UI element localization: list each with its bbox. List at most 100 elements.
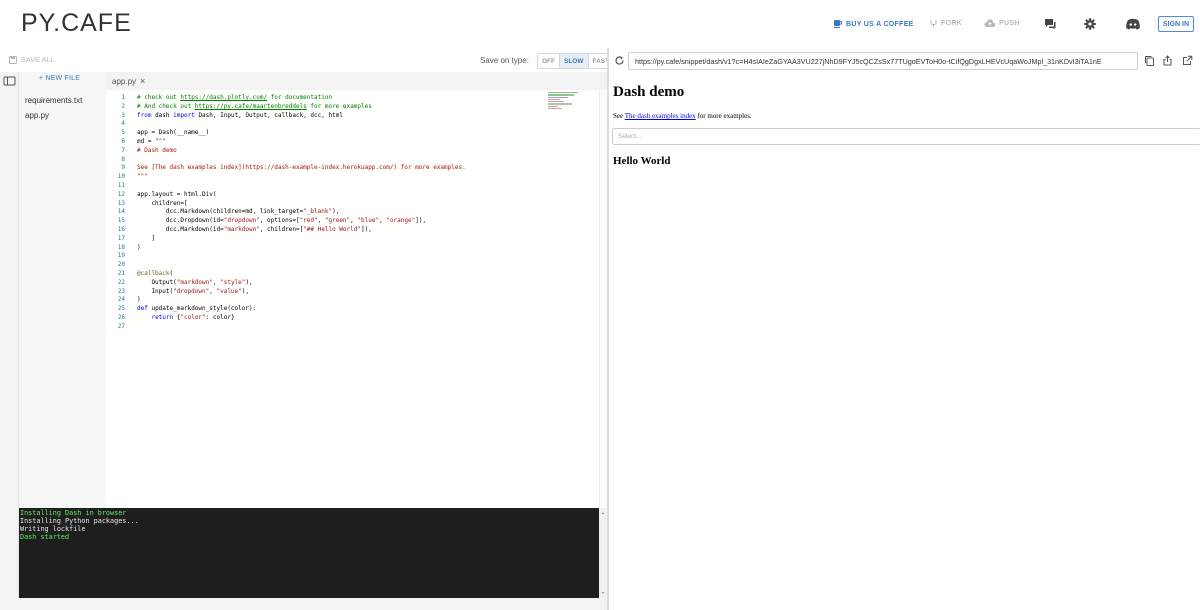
code-editor[interactable]: 1 # check out https://dash.plotly.com/ fo…	[106, 90, 599, 508]
code-line: 24)	[106, 296, 599, 305]
line-number: 13	[117, 199, 125, 207]
line-number: 5	[121, 129, 125, 137]
new-file-button[interactable]: + NEW FILE	[39, 75, 80, 82]
code-line: 15 dcc.Dropdown(id="dropdown", options=[…	[106, 217, 599, 226]
fork-icon	[930, 20, 937, 27]
push-label: PUSH	[999, 20, 1020, 27]
chat-icon[interactable]	[1043, 17, 1057, 31]
line-number: 25	[117, 305, 125, 313]
code-text: from dash import Dash, Input, Output, ca…	[137, 111, 343, 119]
code-text: # check out https://dash.plotly.com/ for…	[137, 94, 333, 101]
code-text: # Dash demo	[137, 146, 177, 154]
cloud-upload-icon	[984, 19, 996, 27]
toggle-sidebar-icon[interactable]	[3, 76, 16, 86]
file-explorer: + NEW FILE requirements.txt app.py	[19, 72, 106, 508]
save-all-button[interactable]: SAVE ALL	[9, 56, 55, 64]
line-number: 26	[117, 314, 125, 321]
line-number: 17	[117, 234, 125, 242]
url-input[interactable]: https://py.cafe/snippet/dash/v1?c=H4sIAI…	[628, 52, 1138, 70]
open-external-icon[interactable]	[1182, 55, 1193, 66]
line-number: 20	[117, 261, 125, 269]
fork-button[interactable]: FORK	[929, 19, 962, 28]
code-line: 13 children=[	[106, 200, 599, 209]
code-text: """	[137, 173, 148, 181]
save-icon	[9, 56, 17, 64]
line-number: 15	[117, 217, 125, 225]
console-line: Installing Python packages...	[20, 517, 139, 525]
logo[interactable]: PY.CAFE	[21, 9, 132, 38]
code-text: ]	[137, 234, 156, 242]
code-line: 14 dcc.Markdown(children=md, link_target…	[106, 208, 599, 217]
code-text: )	[137, 296, 141, 304]
tab-app-py[interactable]: app.py ×	[106, 72, 152, 90]
code-line: 1 # check out https://dash.plotly.com/ fo…	[106, 94, 599, 103]
copy-icon[interactable]	[1144, 55, 1155, 66]
editor-toolbar: SAVE ALL Save on type: OFF SLOW FAST	[0, 50, 615, 72]
console-line: Writing lockfile	[20, 525, 86, 533]
gear-icon[interactable]	[1083, 17, 1097, 31]
line-number: 23	[117, 287, 125, 295]
console-line: Installing Dash in browser	[20, 509, 127, 517]
buy-coffee-button[interactable]: BUY US A COFFEE	[833, 19, 914, 29]
console-scrollbar[interactable]	[599, 508, 607, 598]
refresh-icon[interactable]	[614, 55, 625, 66]
line-number: 7	[121, 146, 125, 154]
file-item-requirements[interactable]: requirements.txt	[25, 96, 82, 105]
code-text: )	[137, 243, 141, 251]
code-text: dcc.Markdown(children=md, link_target="_…	[137, 208, 340, 216]
buy-coffee-label: BUY US A COFFEE	[846, 20, 914, 28]
app-preview: Dash demo See The dash examples index fo…	[609, 72, 1200, 610]
save-mode-off[interactable]: OFF	[538, 54, 560, 68]
pycafe-app: PY.CAFE BUY US A COFFEE FORK PUSH SIGN I…	[0, 0, 1200, 610]
code-text: app.layout = html.Div(	[137, 190, 217, 198]
save-mode-slow[interactable]: SLOW	[560, 54, 589, 68]
editor-scrollbar[interactable]	[599, 90, 607, 508]
code-text: def update_markdown_style(color):	[137, 305, 257, 313]
code-line: 22 Output("markdown", "style"),	[106, 279, 599, 288]
editor-tabbar: app.py ×	[106, 72, 607, 90]
tab-label: app.py	[112, 76, 137, 86]
line-number: 10	[117, 173, 125, 181]
discord-icon[interactable]	[1125, 17, 1141, 31]
line-number: 1	[121, 94, 125, 101]
push-button[interactable]: PUSH	[984, 19, 1020, 28]
line-number: 24	[117, 296, 125, 304]
line-number: 22	[117, 278, 125, 286]
code-text: md = """	[137, 138, 166, 145]
code-text: app = Dash(__name__)	[137, 129, 210, 137]
line-number: 8	[121, 155, 125, 163]
console-output: Installing Dash in browser Installing Py…	[19, 508, 599, 598]
left-rail	[0, 72, 19, 610]
code-text: dcc.Markdown(id="markdown", children=["#…	[137, 226, 372, 233]
code-text: Output("markdown", "style"),	[137, 278, 253, 286]
save-on-type-label: Save on type:	[480, 56, 529, 65]
line-number: 19	[117, 252, 125, 260]
color-dropdown[interactable]: Select...	[612, 128, 1200, 145]
scroll-arrows-icon	[601, 512, 605, 594]
sign-in-button[interactable]: SIGN IN	[1158, 16, 1194, 32]
line-number: 18	[117, 243, 125, 251]
code-line: 17 ]	[106, 235, 599, 244]
code-text: dcc.Dropdown(id="dropdown", options=["re…	[137, 217, 427, 225]
save-mode-toggle[interactable]: OFF SLOW FAST	[537, 53, 615, 69]
code-line: 25 def update_markdown_style(color):	[106, 305, 599, 314]
line-number: 6	[121, 138, 125, 145]
preview-urlbar: https://py.cafe/snippet/dash/v1?c=H4sIAI…	[609, 50, 1200, 72]
code-line: 11	[106, 182, 599, 191]
line-number: 4	[121, 120, 125, 128]
code-text: children=[	[137, 199, 188, 207]
dash-examples-link[interactable]: The dash examples index	[625, 112, 696, 120]
file-item-app[interactable]: app.py	[25, 111, 49, 120]
code-line: 4	[106, 120, 599, 129]
code-text: Input("dropdown", "value"),	[137, 287, 250, 295]
code-line: 8	[106, 156, 599, 165]
line-number: 16	[117, 226, 125, 233]
tab-close-icon[interactable]: ×	[140, 76, 145, 86]
preview-title: Dash demo	[613, 84, 685, 100]
top-header: PY.CAFE BUY US A COFFEE FORK PUSH SIGN I…	[0, 0, 1200, 48]
coffee-icon	[834, 20, 842, 28]
code-text: See [The dash examples index](https://da…	[137, 164, 466, 172]
code-line: 19	[106, 252, 599, 261]
code-line: 23 Input("dropdown", "value"),	[106, 288, 599, 297]
share-icon[interactable]	[1162, 55, 1173, 66]
